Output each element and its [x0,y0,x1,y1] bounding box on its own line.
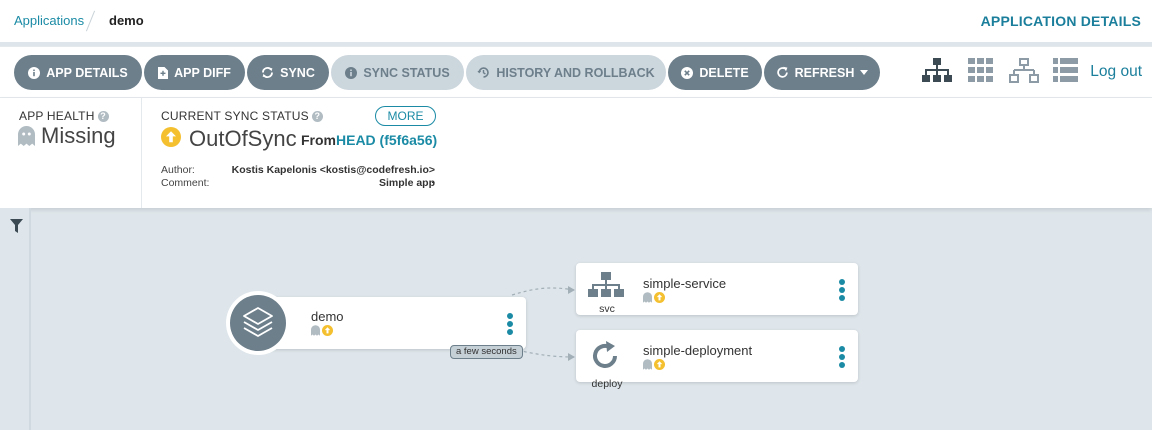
refresh-label: REFRESH [794,65,855,80]
app-node[interactable]: demo [256,297,526,349]
resource-menu-icon[interactable] [839,346,845,368]
network-view-icon[interactable] [1009,58,1039,84]
help-icon[interactable]: ? [311,111,323,122]
resource-kind: svc [599,303,615,315]
sync-button[interactable]: SYNC [247,55,329,90]
sync-status-heading-label: CURRENT SYNC STATUS [161,109,309,123]
out-of-sync-icon [322,325,333,336]
missing-ghost-icon [311,325,320,336]
history-rollback-label: HISTORY AND ROLLBACK [496,65,655,80]
refresh-icon [776,66,788,78]
out-of-sync-icon [654,292,665,303]
revision-link[interactable]: HEAD (f5f6a56) [336,132,437,148]
file-diff-icon [158,66,169,79]
graph-edges [511,286,575,361]
app-node-name: demo [311,309,344,324]
sync-status-value: OutOfSync [189,126,297,151]
comment-label: Comment: [161,177,210,189]
page-title: APPLICATION DETAILS [980,13,1141,29]
breadcrumb-applications-link[interactable]: Applications [14,13,84,28]
logout-link[interactable]: Log out [1090,63,1142,81]
breadcrumb-separator [85,10,96,32]
resource-menu-icon[interactable] [839,279,845,301]
breadcrumb-current: demo [109,13,144,28]
resource-node-service[interactable]: svc simple-service [576,263,858,315]
delete-icon [681,66,694,79]
more-button[interactable]: MORE [375,106,436,126]
tree-view-icon[interactable] [921,58,953,84]
status-panel: APP HEALTH? Missing CURRENT SYNC STATUS?… [0,98,1152,208]
sync-label: SYNC [280,65,315,80]
sync-status-button[interactable]: SYNC STATUS [331,55,464,90]
history-rollback-button[interactable]: HISTORY AND ROLLBACK [466,55,666,90]
health-status-value: Missing [41,123,116,148]
toolbar: APP DETAILS APP DIFF SYNC SYNC STATUS HI… [0,46,1152,98]
resource-graph: demo a few seconds svc simple-service de… [0,208,1152,430]
app-health-heading: APP HEALTH? [19,109,109,123]
edge-arrow [568,353,575,361]
sync-from-label: From [301,132,336,148]
app-diff-button[interactable]: APP DIFF [144,55,245,90]
history-icon [477,67,490,78]
app-details-button[interactable]: APP DETAILS [14,55,142,90]
missing-ghost-icon [643,359,652,370]
sync-status-heading: CURRENT SYNC STATUS? [161,109,323,123]
app-node-menu-icon[interactable] [507,313,513,335]
caret-down-icon [860,70,869,75]
info-icon [345,66,358,79]
refresh-button[interactable]: REFRESH [764,55,880,90]
author-label: Author: [161,164,195,176]
delete-button[interactable]: DELETE [668,55,762,90]
info-icon [28,66,41,79]
panel-divider [141,98,142,208]
edge-to-service [511,287,575,296]
missing-ghost-icon [18,126,35,146]
app-layers-icon [226,291,290,355]
list-view-icon[interactable] [1053,58,1078,82]
resource-name: simple-service [643,276,727,291]
app-diff-label: APP DIFF [174,65,231,80]
resource-kind: deploy [591,378,623,390]
resource-status [643,359,665,370]
sync-icon [262,67,274,78]
help-icon[interactable]: ? [97,111,109,122]
app-health-label: APP HEALTH [19,109,95,123]
app-node-status [311,325,333,336]
out-of-sync-icon [161,127,181,147]
delete-label: DELETE [699,65,749,80]
edge-arrow [568,286,575,294]
pods-view-icon[interactable] [968,58,993,82]
resource-name: simple-deployment [643,343,753,358]
missing-ghost-icon [643,292,652,303]
service-icon [588,272,624,297]
sync-status-label: SYNC STATUS [363,65,450,80]
comment-value: Simple app [378,177,435,189]
resource-node-deployment[interactable]: deploy simple-deployment [576,330,858,390]
out-of-sync-icon [654,359,665,370]
app-details-label: APP DETAILS [46,65,128,80]
deployment-icon [593,341,617,368]
resource-status [643,292,665,303]
top-bar: Applications demo APPLICATION DETAILS [0,0,1152,42]
age-label: a few seconds [450,345,523,359]
